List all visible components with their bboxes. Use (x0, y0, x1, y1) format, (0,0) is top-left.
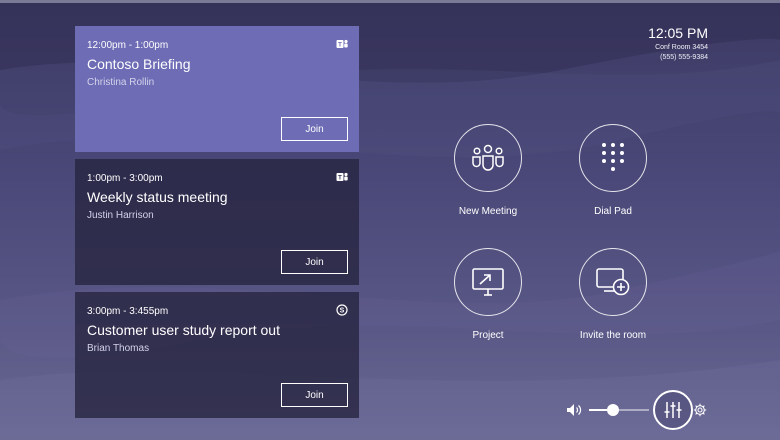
room-name: Conf Room 3454 (655, 44, 708, 51)
people-group-icon (472, 144, 504, 171)
room-console-screen: 12:00pm - 1:00pm Contoso Briefing Christ… (0, 0, 780, 440)
mixer-button[interactable] (653, 390, 693, 430)
meeting-card[interactable]: 12:00pm - 1:00pm Contoso Briefing Christ… (75, 26, 359, 152)
new-meeting-button[interactable] (454, 124, 522, 192)
meeting-time: 3:00pm - 3:455pm (87, 306, 169, 317)
join-button[interactable]: Join (281, 117, 348, 141)
teams-icon: T (336, 172, 348, 182)
meeting-title: Weekly status meeting (87, 189, 228, 205)
project-action[interactable]: Project (428, 248, 548, 341)
teams-icon: T (336, 39, 348, 49)
meeting-organizer: Brian Thomas (87, 343, 150, 354)
meeting-organizer: Christina Rollin (87, 77, 155, 88)
gear-icon[interactable] (693, 403, 707, 417)
project-button[interactable] (454, 248, 522, 316)
dial-pad-icon (602, 143, 624, 171)
project-screen-icon (472, 268, 504, 296)
svg-text:T: T (338, 43, 342, 49)
join-button[interactable]: Join (281, 383, 348, 407)
meeting-organizer: Justin Harrison (87, 210, 154, 221)
dial-pad-label: Dial Pad (594, 206, 632, 217)
invite-room-icon (596, 268, 630, 296)
dial-pad-button[interactable] (579, 124, 647, 192)
meeting-time: 12:00pm - 1:00pm (87, 40, 169, 51)
volume-slider[interactable] (589, 402, 649, 418)
new-meeting-label: New Meeting (458, 206, 518, 217)
svg-text:S: S (340, 308, 345, 315)
project-label: Project (472, 330, 504, 341)
mixer-sliders-icon (664, 402, 682, 418)
invite-room-button[interactable] (579, 248, 647, 316)
meeting-time: 1:00pm - 3:00pm (87, 173, 163, 184)
new-meeting-action[interactable]: New Meeting (428, 124, 548, 217)
invite-room-action[interactable]: Invite the room (553, 248, 673, 341)
meeting-title: Customer user study report out (87, 322, 280, 338)
skype-icon: S (336, 304, 348, 316)
invite-room-label: Invite the room (579, 330, 647, 341)
meeting-title: Contoso Briefing (87, 56, 191, 72)
current-time: 12:05 PM (648, 25, 708, 41)
join-button[interactable]: Join (281, 250, 348, 274)
svg-text:T: T (338, 176, 342, 182)
meeting-card[interactable]: 1:00pm - 3:00pm Weekly status meeting Ju… (75, 159, 359, 285)
dial-pad-action[interactable]: Dial Pad (553, 124, 673, 217)
room-phone: (555) 555-9384 (660, 54, 708, 61)
volume-thumb[interactable] (607, 404, 619, 416)
meeting-card[interactable]: 3:00pm - 3:455pm Customer user study rep… (75, 292, 359, 418)
clock-panel: 12:05 PM Conf Room 3454 (555) 555-9384 (648, 25, 708, 61)
speaker-icon[interactable] (566, 403, 582, 417)
